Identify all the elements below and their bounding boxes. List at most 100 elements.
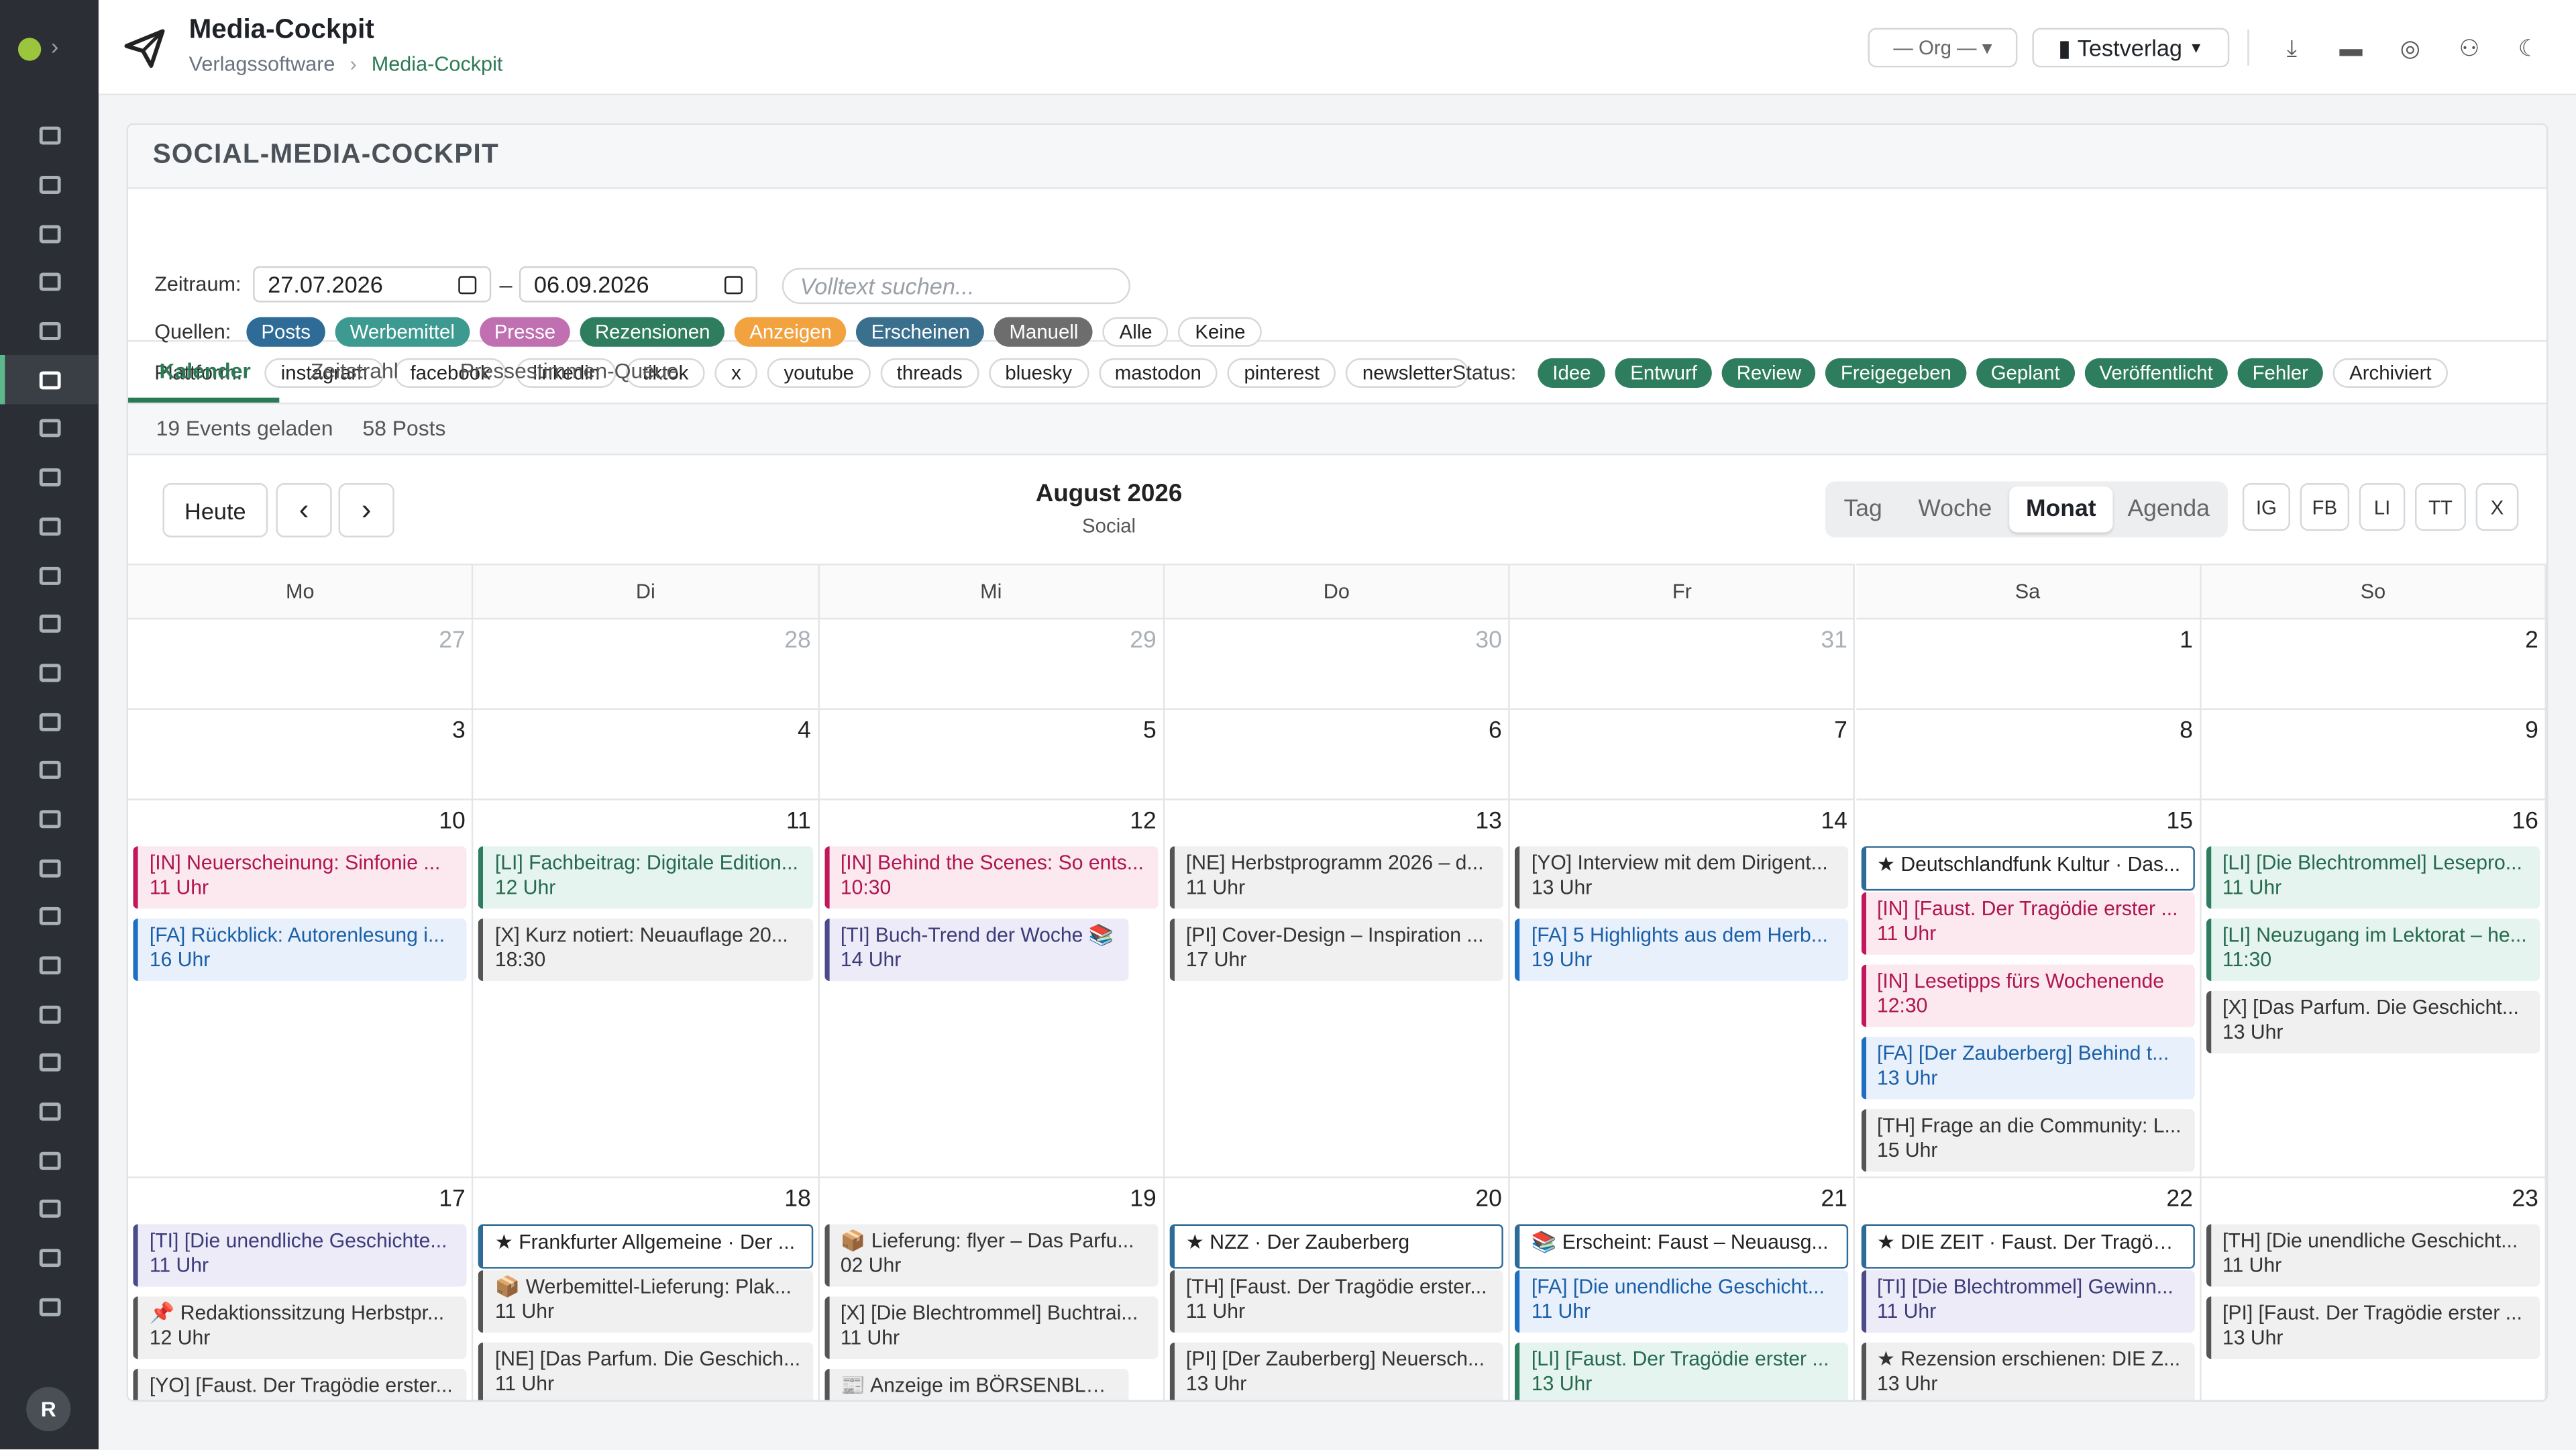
calendar-event[interactable]: [FA] [Die unendliche Geschicht... 11 Uhr — [1515, 1270, 1849, 1333]
chat-icon[interactable]: ▬ — [2333, 30, 2369, 66]
moon-icon[interactable]: ☾ — [2510, 30, 2546, 66]
platform-button-ig[interactable]: IG — [2242, 483, 2290, 531]
view-tag-button[interactable]: Tag — [1830, 486, 1896, 533]
calendar-event[interactable]: [IN] Neuerscheinung: Sinfonie ... 11 Uhr — [133, 846, 468, 909]
breadcrumb-current[interactable]: Media-Cockpit — [372, 52, 503, 75]
day-cell[interactable]: 30 — [1165, 619, 1511, 710]
grid-icon[interactable] — [0, 209, 99, 258]
calendar-event[interactable]: [TI] Buch-Trend der Woche 📚 14 Uhr — [824, 918, 1128, 982]
day-cell[interactable]: 7 — [1510, 709, 1856, 800]
calendar-event[interactable]: [LI] Neuzugang im Lektorat – he... 11:30 — [2206, 918, 2540, 982]
day-cell[interactable]: 5 — [819, 709, 1165, 800]
day-cell[interactable]: 23 [TH] [Die unendliche Geschicht... 11 Uh… — [2201, 1178, 2546, 1400]
date-to-input[interactable]: 06.09.2026 — [519, 266, 757, 303]
lightbulb-icon[interactable] — [0, 405, 99, 454]
day-cell[interactable]: 19 📦 Lieferung: flyer – Das Parfu... 02 Uh… — [819, 1178, 1165, 1400]
shield-icon[interactable] — [0, 1282, 99, 1331]
prev-month-button[interactable]: ‹ — [276, 483, 332, 537]
calendar-event[interactable]: [FA] 5 Highlights aus dem Herb... 19 Uhr — [1515, 918, 1849, 982]
day-cell[interactable]: 22 ★ DIE ZEIT · Faust. Der Tragödi... [TI]… — [1856, 1178, 2202, 1400]
platform-button-fb[interactable]: FB — [2300, 483, 2350, 531]
day-cell[interactable]: 16 [LI] [Die Blechtrommel] Lesepro... 11 U… — [2201, 800, 2546, 1178]
date-from-input[interactable]: 27.07.2026 — [253, 266, 492, 303]
day-cell[interactable]: 29 — [819, 619, 1165, 710]
calendar-event[interactable]: [NE] [Das Parfum. Die Geschich... 11 Uhr — [478, 1342, 813, 1400]
calendar-event[interactable]: ★ DIE ZEIT · Faust. Der Tragödi... — [1860, 1224, 2195, 1269]
contacts-icon[interactable] — [0, 258, 99, 307]
day-cell[interactable]: 10 [IN] Neuerscheinung: Sinfonie ... 11 Uh… — [128, 800, 474, 1178]
view-woche-button[interactable]: Woche — [1904, 486, 2006, 533]
books-icon[interactable] — [0, 453, 99, 502]
calendar-event[interactable]: [X] [Die Blechtrommel] Buchtrai... 11 Uhr — [824, 1296, 1159, 1359]
calendar-event[interactable]: [PI] [Der Zauberberg] Neuersch... 13 Uhr — [1169, 1342, 1504, 1400]
calendar-event[interactable]: [TH] Frage an die Community: L... 15 Uhr — [1860, 1109, 2195, 1172]
calendar-event[interactable]: [FA] Rückblick: Autorenlesung i... 16 Uhr — [133, 918, 468, 982]
day-cell[interactable]: 31 — [1510, 619, 1856, 710]
platform-button-li[interactable]: LI — [2359, 483, 2406, 531]
calendar-event[interactable]: [X] Kurz notiert: Neuauflage 20... 18:30 — [478, 918, 813, 982]
view-agenda-button[interactable]: Agenda — [2116, 486, 2221, 533]
paper-plane-icon[interactable] — [0, 356, 99, 405]
day-cell[interactable]: 1 — [1856, 619, 2202, 710]
book-icon[interactable] — [0, 648, 99, 697]
tab-kalender[interactable]: Kalender — [160, 358, 251, 383]
broadcast-icon[interactable]: ◎ — [2392, 30, 2428, 66]
app-logo-icon[interactable] — [17, 38, 42, 61]
calendar-event[interactable]: [PI] Cover-Design – Inspiration ... 17 Uh… — [1169, 918, 1504, 982]
document-icon[interactable] — [0, 1039, 99, 1088]
calendar-event[interactable]: [IN] [Faust. Der Tragödie erster ... 11 U… — [1860, 892, 2195, 955]
day-cell[interactable]: 17 [TI] [Die unendliche Geschichte... 11 U… — [128, 1178, 474, 1400]
calendar-event[interactable]: [YO] [Faust. Der Tragödie erster... — [133, 1369, 468, 1400]
calendar-event[interactable]: [PI] [Faust. Der Tragödie erster ... 13 U… — [2206, 1296, 2540, 1359]
avatar[interactable]: R — [26, 1386, 71, 1432]
image-icon[interactable] — [0, 502, 99, 551]
calendar-event[interactable]: [YO] Interview mit dem Dirigent... 13 Uhr — [1515, 846, 1849, 909]
calendar-event[interactable]: 📌 Redaktionssitzung Herbstpr... 12 Uhr — [133, 1296, 468, 1359]
day-cell[interactable]: 15 ★ Deutschlandfunk Kultur · Das... [IN] … — [1856, 800, 2202, 1178]
day-cell[interactable]: 2 — [2201, 619, 2546, 710]
calendar-event[interactable]: [TH] [Die unendliche Geschicht... 11 Uhr — [2206, 1224, 2540, 1287]
calendar-event[interactable]: ★ NZZ · Der Zauberberg — [1169, 1224, 1504, 1269]
truck-icon[interactable] — [0, 1088, 99, 1137]
calendar-icon[interactable] — [724, 276, 743, 295]
day-cell[interactable]: 6 — [1165, 709, 1511, 800]
calendar-event[interactable]: 📰 Anzeige im BÖRSENBLATT — [824, 1369, 1128, 1400]
calendar-event[interactable]: [TI] [Die unendliche Geschichte... 11 Uhr — [133, 1224, 468, 1287]
view-monat-button[interactable]: Monat — [2009, 486, 2113, 533]
megaphone-icon[interactable] — [0, 892, 99, 941]
org-select[interactable]: — Org — ▾ — [1868, 28, 2018, 68]
day-cell[interactable]: 13 [NE] Herbstprogramm 2026 – d... 11 Uhr[… — [1165, 800, 1511, 1178]
news-icon[interactable] — [0, 600, 99, 649]
tab-pressestimmen-queue[interactable]: Pressestimmen-Queue — [460, 358, 679, 383]
calendar-event[interactable]: [LI] Fachbeitrag: Digitale Edition... 12 … — [478, 846, 813, 909]
day-cell[interactable]: 9 — [2201, 709, 2546, 800]
list-icon[interactable] — [0, 1234, 99, 1283]
bar-chart-icon[interactable] — [0, 1185, 99, 1234]
day-cell[interactable]: 27 — [128, 619, 474, 710]
dashboard-icon[interactable] — [0, 112, 99, 161]
calendar-event[interactable]: [TH] [Faust. Der Tragödie erster... 11 Uh… — [1169, 1270, 1504, 1333]
day-cell[interactable]: 21 📚 Erscheint: Faust – Neuausg... [FA] [D… — [1510, 1178, 1856, 1400]
platform-button-tt[interactable]: TT — [2415, 483, 2466, 531]
day-cell[interactable]: 20 ★ NZZ · Der Zauberberg [TH] [Faust. Der… — [1165, 1178, 1511, 1400]
day-cell[interactable]: 28 — [474, 619, 820, 710]
calendar-event[interactable]: ★ Rezension erschienen: DIE Z... 13 Uhr — [1860, 1342, 2195, 1400]
platform-button-x[interactable]: X — [2475, 483, 2519, 531]
calendar-event[interactable]: [TI] [Die Blechtrommel] Gewinn... 11 Uhr — [1860, 1270, 2195, 1333]
circle-icon[interactable] — [0, 794, 99, 843]
breadcrumb-item[interactable]: Verlagssoftware — [189, 52, 335, 75]
day-cell[interactable]: 11 [LI] Fachbeitrag: Digitale Edition... 1… — [474, 800, 820, 1178]
sidebar-expand-icon[interactable]: › — [51, 33, 58, 59]
calendar-event[interactable]: [LI] [Die Blechtrommel] Lesepro... 11 Uhr — [2206, 846, 2540, 909]
calendar-icon[interactable] — [0, 160, 99, 209]
calendar-event[interactable]: 📦 Werbemittel-Lieferung: Plak... 11 Uhr — [478, 1270, 813, 1333]
calendar-event[interactable]: [FA] [Der Zauberberg] Behind t... 13 Uhr — [1860, 1037, 2195, 1100]
day-cell[interactable]: 3 — [128, 709, 474, 800]
day-cell[interactable]: 14 [YO] Interview mit dem Dirigent... 13 U… — [1510, 800, 1856, 1178]
calendar-event[interactable]: [IN] Behind the Scenes: So ents... 10:30 — [824, 846, 1159, 909]
box-icon[interactable] — [0, 843, 99, 892]
calendar-event[interactable]: [X] [Das Parfum. Die Geschicht... 13 Uhr — [2206, 990, 2540, 1053]
calendar-event[interactable]: [NE] Herbstprogramm 2026 – d... 11 Uhr — [1169, 846, 1504, 909]
search-input[interactable]: Volltext suchen... — [782, 268, 1130, 305]
music-icon[interactable] — [0, 990, 99, 1039]
